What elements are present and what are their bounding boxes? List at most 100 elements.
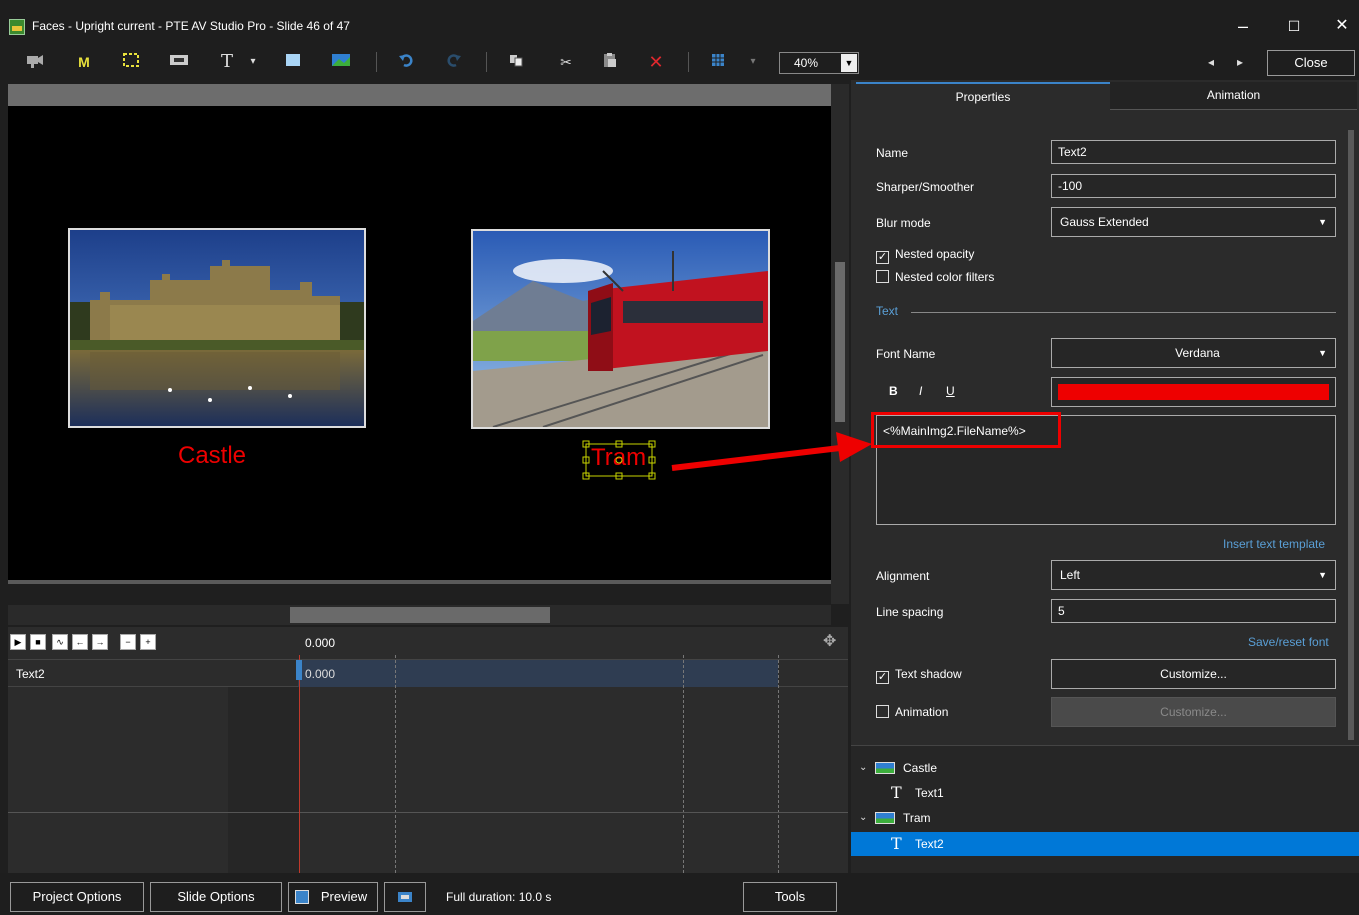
scrollbar-thumb[interactable] (290, 607, 550, 623)
frame-icon[interactable] (120, 52, 142, 72)
chevron-down-icon[interactable]: ▼ (841, 54, 857, 72)
project-options-button[interactable]: Project Options (10, 882, 144, 912)
bottom-bar: Project Options Slide Options Preview Fu… (0, 873, 1359, 915)
playhead[interactable] (299, 655, 300, 873)
tree-item-tram[interactable]: ⌄ Tram (851, 806, 1359, 830)
rectangle-icon[interactable] (282, 52, 304, 72)
annotation-highlight-box (871, 412, 1061, 448)
screen-icon[interactable] (384, 882, 426, 912)
timeline-clip[interactable] (298, 660, 778, 687)
animation-checkbox[interactable]: Animation (876, 705, 948, 719)
customize-shadow-button[interactable]: Customize... (1051, 659, 1336, 689)
clip-start-time: 0.000 (305, 667, 336, 681)
scrollbar-thumb[interactable] (1348, 130, 1354, 740)
move-icon[interactable]: ✥ (823, 631, 843, 651)
cut-icon[interactable]: ✂ (556, 52, 576, 72)
panel-scrollbar[interactable] (1345, 120, 1357, 740)
tab-properties[interactable]: Properties (856, 82, 1110, 110)
next-keyframe-button[interactable]: → (92, 634, 108, 650)
nested-opacity-checkbox[interactable]: ✓ Nested opacity (876, 247, 974, 264)
alignment-select[interactable]: Left ▼ (1051, 560, 1336, 590)
font-name-select[interactable]: Verdana ▼ (1051, 338, 1336, 368)
slide-options-button[interactable]: Slide Options (150, 882, 282, 912)
tram-image[interactable] (471, 229, 770, 429)
zoom-in-button[interactable]: + (140, 634, 156, 650)
close-button[interactable]: Close (1267, 50, 1355, 76)
preview-label: Preview (320, 889, 368, 904)
next-slide-icon[interactable]: ▸ (1232, 52, 1248, 72)
paste-icon[interactable] (600, 52, 620, 72)
save-reset-font-link[interactable]: Save/reset font (1248, 635, 1329, 649)
castle-caption[interactable]: Castle (178, 442, 246, 470)
sharper-smoother-field[interactable]: -100 (1051, 174, 1336, 198)
preview-button[interactable]: Preview (288, 882, 378, 912)
grid-icon[interactable] (708, 52, 728, 72)
chevron-down-icon[interactable]: ⌄ (859, 756, 867, 780)
insert-text-template-link[interactable]: Insert text template (1223, 537, 1325, 551)
preview-vertical-scrollbar[interactable] (831, 84, 849, 604)
copy-icon[interactable] (506, 52, 526, 72)
text-shadow-checkbox[interactable]: ✓ Text shadow (876, 667, 962, 684)
full-duration: Full duration: 10.0 s (446, 890, 552, 904)
redo-icon[interactable] (444, 52, 464, 72)
preview-horizontal-scrollbar[interactable] (8, 605, 831, 625)
maximize-button[interactable]: ☐ (1279, 14, 1309, 38)
tree-item-label: Tram (903, 811, 931, 825)
tools-button[interactable]: Tools (743, 882, 837, 912)
tree-item-castle[interactable]: ⌄ Castle (851, 756, 1359, 780)
text-object-icon[interactable]: T (218, 52, 236, 72)
text-color-picker[interactable] (1051, 377, 1336, 407)
stop-button[interactable]: ■ (30, 634, 46, 650)
sharper-smoother-label: Sharper/Smoother (876, 180, 975, 194)
animation-label: Animation (895, 705, 949, 719)
line-spacing-field[interactable]: 5 (1051, 599, 1336, 623)
nested-color-filters-checkbox[interactable]: Nested color filters (876, 270, 994, 284)
preview-icon (295, 890, 309, 904)
slide-canvas[interactable]: Castle Tram (8, 106, 831, 580)
text-dropdown-icon[interactable]: ▾ (245, 52, 261, 72)
timeline: ▶ ■ ∿ ← → − + 0.000 ✥ Text2 0.000 (8, 627, 848, 873)
name-field[interactable]: Text2 (1051, 140, 1336, 164)
minimize-button[interactable]: – (1228, 14, 1258, 38)
italic-button[interactable]: I (919, 384, 922, 398)
font-name-label: Font Name (876, 347, 936, 361)
grid-dropdown-icon[interactable]: ▾ (745, 52, 761, 72)
tab-animation[interactable]: Animation (1110, 82, 1357, 110)
tree-item-text1[interactable]: T Text1 (851, 781, 1359, 805)
bold-button[interactable]: B (889, 384, 898, 398)
clip-start-handle[interactable] (296, 660, 302, 680)
waveform-button[interactable]: ∿ (52, 634, 68, 650)
underline-button[interactable]: U (946, 384, 955, 398)
camera-icon[interactable] (24, 52, 46, 72)
zoom-out-button[interactable]: − (120, 634, 136, 650)
image-object-icon[interactable] (330, 52, 352, 72)
window-close-button[interactable]: ✕ (1327, 14, 1357, 38)
blur-mode-select[interactable]: Gauss Extended ▼ (1051, 207, 1336, 237)
scrollbar-thumb[interactable] (835, 262, 845, 422)
selection-handles[interactable] (582, 440, 658, 482)
chevron-down-icon[interactable]: ⌄ (859, 806, 867, 830)
zoom-select[interactable]: 40% ▼ (779, 52, 859, 74)
play-button[interactable]: ▶ (10, 634, 26, 650)
tree-item-label: Castle (903, 761, 938, 775)
toolbar-separator (376, 52, 377, 72)
castle-image[interactable] (68, 228, 366, 428)
undo-icon[interactable] (396, 52, 416, 72)
tree-item-text2[interactable]: T Text2 (851, 832, 1359, 856)
line-spacing-label: Line spacing (876, 605, 944, 619)
timeline-marker (778, 655, 779, 873)
previous-slide-icon[interactable]: ◂ (1203, 52, 1219, 72)
toolbar: M T ▾ ✂ ✕ ▾ ◂ ▸ (0, 40, 1359, 80)
slide-preview: Castle Tram (8, 84, 831, 584)
text-icon: T (891, 783, 902, 802)
name-label: Name (876, 146, 909, 160)
mask-button[interactable]: M (74, 52, 94, 72)
button-object-icon[interactable] (168, 52, 190, 72)
zoom-value: 40% (794, 56, 819, 70)
delete-icon[interactable]: ✕ (646, 52, 666, 72)
customize-animation-button[interactable]: Customize... (1051, 697, 1336, 727)
prev-keyframe-button[interactable]: ← (72, 634, 88, 650)
alignment-value: Left (1060, 568, 1081, 582)
properties-panel: Properties Animation Name Text2 Sharper/… (851, 80, 1359, 745)
checkbox-checked-icon: ✓ (876, 671, 889, 684)
